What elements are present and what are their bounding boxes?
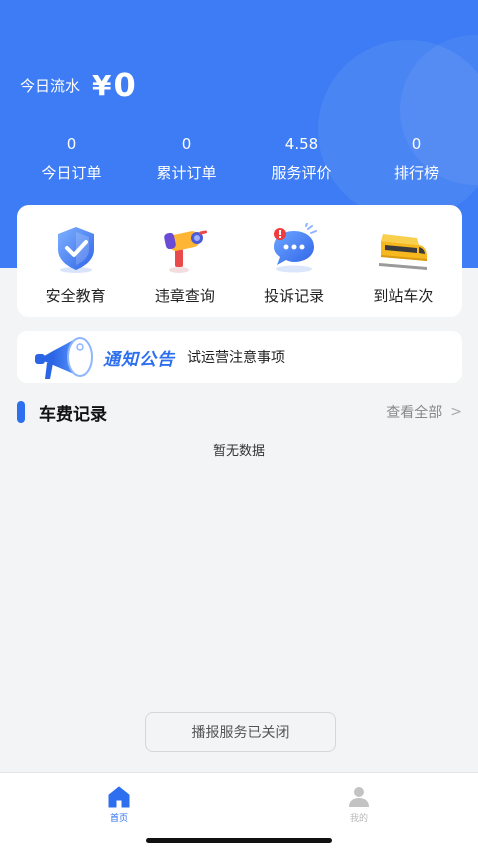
stat-today-orders[interactable]: 0 今日订单 [14,132,129,183]
quick-action-label: 投诉记录 [264,287,325,305]
earnings-label: 今日流水 [20,76,81,95]
shield-check-icon [57,227,94,273]
stat-service-rating[interactable]: 4.58 服务评价 [244,132,359,183]
notice-title: 通知公告 [103,349,175,370]
stat-label: 服务评价 [271,164,332,182]
train-icon [379,234,428,270]
quick-action-label: 违章查询 [154,287,215,305]
section-title: 车费记录 [39,404,107,425]
stat-value: 4.58 [284,135,319,153]
stat-value: 0 [66,135,77,153]
user-icon [349,787,369,807]
tab-mine[interactable]: 我的 [329,785,389,824]
stat-total-orders[interactable]: 0 累计订单 [129,132,244,183]
fare-records-header: 车费记录 查看全部 > [17,398,462,426]
home-indicator [146,838,332,843]
tab-mine-label: 我的 [349,814,368,824]
section-title-group: 车费记录 [17,400,107,425]
view-all-label: 查看全部 [386,405,443,421]
earnings-amount: 0 [113,66,136,104]
currency-symbol: ¥ [92,68,112,102]
section-accent-bar [17,401,25,423]
quick-actions-card: 安全教育 违章查询 投诉记录 到站车次 [17,205,462,317]
tab-home-label: 首页 [109,814,128,824]
quick-action-label: 安全教育 [45,287,106,305]
quick-action-label: 到站车次 [373,287,434,305]
quick-action-safety-education[interactable]: 安全教育 [26,223,126,306]
stat-value: 0 [411,135,422,153]
stats-row: 0 今日订单 0 累计订单 4.58 服务评价 0 排行榜 [14,132,474,183]
megaphone-icon [35,337,93,379]
broadcast-service-button[interactable]: 播报服务已关闭 [145,712,336,752]
quick-action-arriving-trains[interactable]: 到站车次 [353,223,453,306]
chevron-right-icon: > [450,404,462,420]
stat-leaderboard[interactable]: 0 排行榜 [359,132,474,183]
stat-label: 累计订单 [156,164,217,182]
quick-action-violation-query[interactable]: 违章查询 [135,223,235,306]
camera-icon [164,230,207,273]
notice-text: 试运营注意事项 [187,350,285,366]
chat-bubble-icon [274,223,318,273]
tab-home[interactable]: 首页 [89,785,149,824]
today-earnings: 今日流水 ¥ 0 [20,66,136,104]
stat-value: 0 [181,135,192,153]
empty-state-text: 暂无数据 [212,444,265,459]
stat-label: 今日订单 [41,164,102,182]
view-all-link[interactable]: 查看全部 > [386,402,462,422]
quick-action-complaint-records[interactable]: 投诉记录 [244,223,344,306]
notice-bar[interactable]: 通知公告 试运营注意事项 [17,331,462,383]
stat-label: 排行榜 [393,164,439,182]
home-icon [108,786,130,808]
